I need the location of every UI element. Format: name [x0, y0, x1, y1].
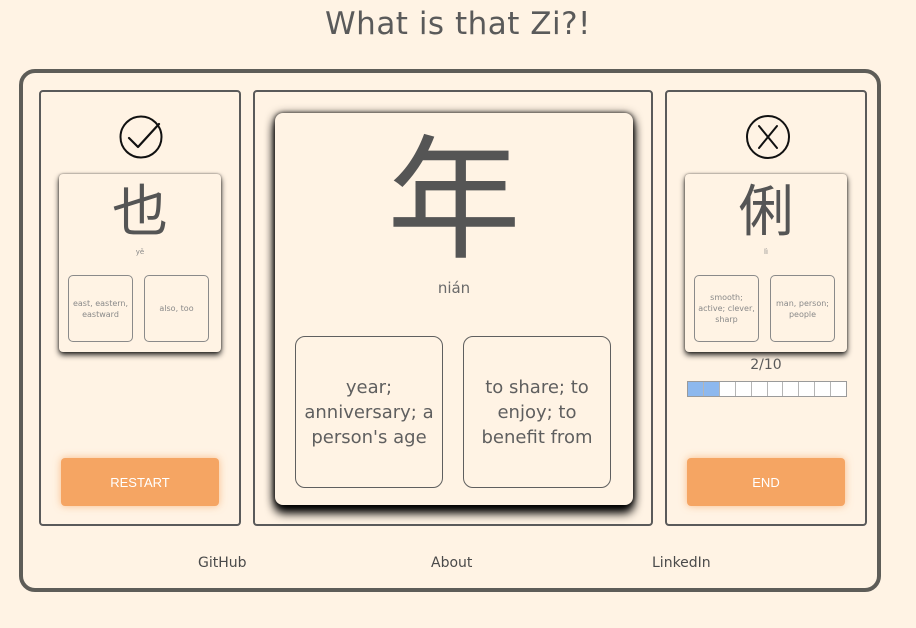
- progress-segment: [831, 382, 847, 396]
- question-character: 年: [386, 123, 521, 279]
- answer-choice[interactable]: to share; to enjoy; to benefit from: [463, 336, 611, 488]
- card-character: 俐: [738, 180, 794, 245]
- card-choice: east, eastern, eastward: [68, 275, 133, 342]
- progress-text: 2/10: [750, 357, 782, 373]
- progress-segment: [688, 382, 704, 396]
- progress-segment: [735, 382, 752, 396]
- about-link[interactable]: About: [431, 555, 472, 571]
- incorrect-panel: 俐 lì smooth; active; clever, sharp man, …: [665, 90, 867, 526]
- card-choice: smooth; active; clever, sharp: [694, 275, 759, 342]
- incorrect-card: 俐 lì smooth; active; clever, sharp man, …: [685, 174, 847, 352]
- correct-panel: 也 yě east, eastern, eastward also, too R…: [39, 90, 241, 526]
- progress-bar: [687, 381, 847, 397]
- card-choice: also, too: [144, 275, 209, 342]
- github-link[interactable]: GitHub: [198, 555, 247, 571]
- restart-button[interactable]: RESTART: [61, 458, 219, 506]
- progress-segment: [719, 382, 736, 396]
- correct-card: 也 yě east, eastern, eastward also, too: [59, 174, 221, 352]
- linkedin-link[interactable]: LinkedIn: [652, 555, 711, 571]
- answer-choice[interactable]: year; anniversary; a person's age: [295, 336, 443, 488]
- card-character: 也: [112, 180, 168, 245]
- x-circle-icon: [746, 115, 790, 159]
- card-pinyin: lì: [764, 248, 768, 256]
- progress-segment: [799, 382, 816, 396]
- page-title: What is that Zi?!: [325, 6, 591, 42]
- progress-segment: [783, 382, 800, 396]
- progress-segment: [703, 382, 720, 396]
- end-button[interactable]: END: [687, 458, 845, 506]
- progress-segment: [751, 382, 768, 396]
- question-pinyin: nián: [437, 279, 471, 297]
- question-card: 年 nián year; anniversary; a person's age…: [275, 113, 633, 505]
- question-panel: 年 nián year; anniversary; a person's age…: [253, 90, 653, 526]
- progress-segment: [815, 382, 832, 396]
- check-circle-icon: [119, 115, 163, 159]
- card-choice: man, person; people: [770, 275, 835, 342]
- card-pinyin: yě: [135, 248, 145, 256]
- progress-segment: [767, 382, 784, 396]
